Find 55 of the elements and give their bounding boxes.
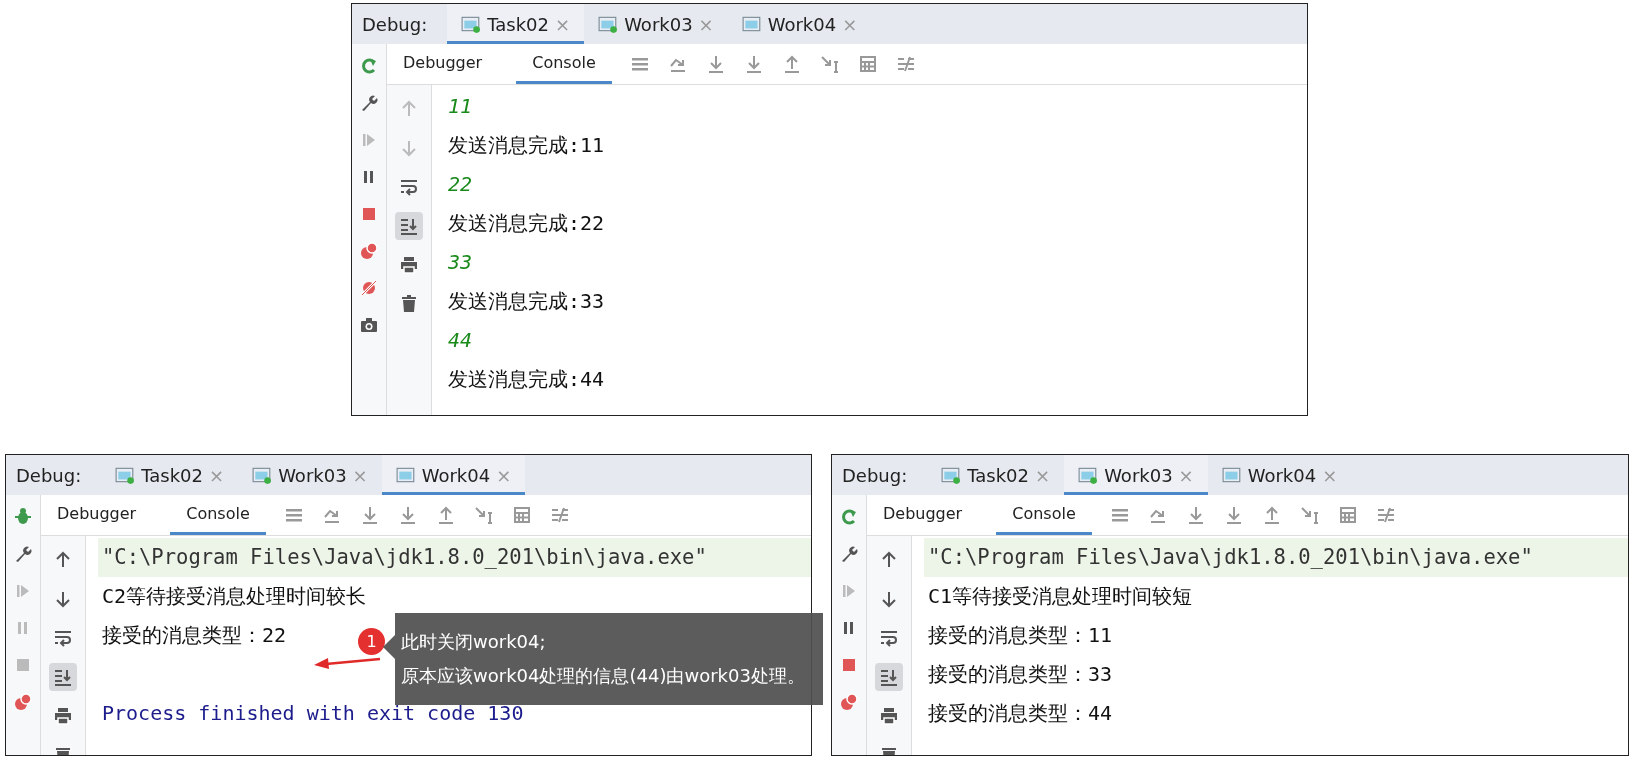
bp-icon[interactable] <box>839 692 859 712</box>
console-line: Process finished with exit code 130 <box>102 700 524 727</box>
bp-icon[interactable] <box>13 692 33 712</box>
callout-text: 此时关闭work04; <box>401 630 546 654</box>
view-tab[interactable]: Debugger <box>403 44 499 84</box>
session-tab[interactable]: Task02 × <box>447 4 585 44</box>
console-line: 33 <box>448 249 473 276</box>
session-tab[interactable]: Task02 × <box>927 455 1065 495</box>
debug-title: Debug: <box>16 463 82 488</box>
console-line: 22 <box>448 171 473 198</box>
console-line: C1等待接受消息处理时间较短 <box>928 583 1193 610</box>
trace-icon[interactable] <box>1375 505 1396 525</box>
console-line: 发送消息完成:11 <box>448 132 605 159</box>
cursor-icon[interactable] <box>819 54 840 74</box>
run-icon[interactable] <box>839 507 859 527</box>
trace-icon[interactable] <box>549 505 570 525</box>
session-tab[interactable]: Work03 × <box>1064 455 1208 495</box>
callout-text: 原本应该work04处理的信息(44)由work03处理。 <box>401 664 805 688</box>
session-tab[interactable]: Work04 × <box>727 4 872 44</box>
session-tab[interactable]: Work03 × <box>238 455 382 495</box>
end-icon[interactable] <box>875 663 903 691</box>
console-line: C2等待接受消息处理时间较长 <box>102 583 367 610</box>
cursor-icon[interactable] <box>1299 505 1320 525</box>
console-line: 11 <box>448 93 473 120</box>
session-tab[interactable]: Task02 × <box>101 455 239 495</box>
console-line: 发送消息完成:44 <box>448 366 605 393</box>
session-tab[interactable]: Work04 × <box>1207 455 1352 495</box>
trace-icon[interactable] <box>895 54 916 74</box>
console-line: 发送消息完成:22 <box>448 210 605 237</box>
session-tab[interactable]: Work04 × <box>381 455 526 495</box>
run-icon[interactable] <box>13 507 33 527</box>
console-line: 发送消息完成:33 <box>448 288 605 315</box>
end-icon[interactable] <box>49 663 77 691</box>
console-line: 接受的消息类型：33 <box>928 661 1113 688</box>
camera-icon[interactable] <box>359 315 379 335</box>
view-tab[interactable]: Console <box>516 44 612 84</box>
end-icon[interactable] <box>395 212 423 240</box>
view-tab[interactable]: Console <box>170 495 266 535</box>
eval-icon[interactable] <box>857 54 878 74</box>
run-icon[interactable] <box>359 56 379 76</box>
cursor-icon[interactable] <box>473 505 494 525</box>
debug-title: Debug: <box>842 463 908 488</box>
session-tab[interactable]: Work03 × <box>584 4 728 44</box>
view-tab[interactable]: Debugger <box>883 495 979 535</box>
eval-icon[interactable] <box>1337 505 1358 525</box>
eval-icon[interactable] <box>511 505 532 525</box>
console-line: 接受的消息类型：22 <box>102 622 287 649</box>
view-tab[interactable]: Console <box>996 495 1092 535</box>
bp-icon[interactable] <box>359 241 379 261</box>
view-tab[interactable]: Debugger <box>57 495 153 535</box>
mute-icon[interactable] <box>359 278 379 298</box>
console-line: 44 <box>448 327 473 354</box>
debug-title: Debug: <box>362 12 428 37</box>
console-line: 接受的消息类型：11 <box>928 622 1113 649</box>
console-line: 接受的消息类型：44 <box>928 700 1113 727</box>
